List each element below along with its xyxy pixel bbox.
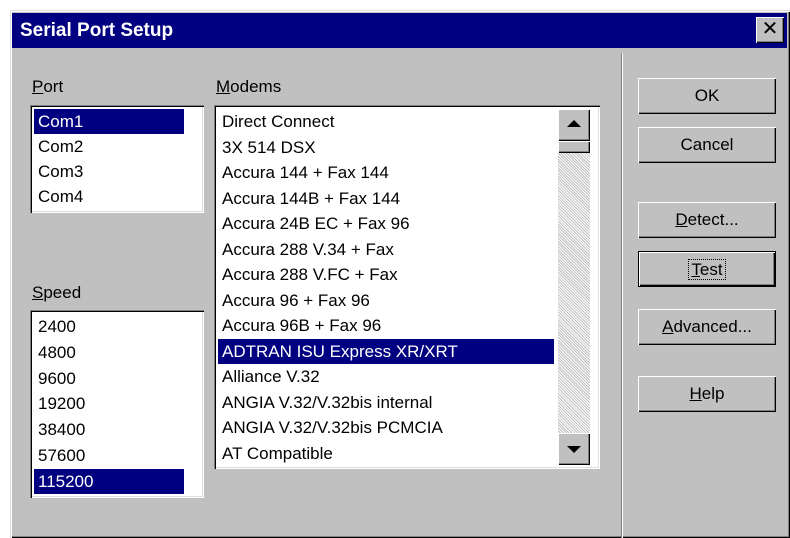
modem-list-item[interactable]: ADTRAN ISU Express XR/XRT [218,338,554,364]
modem-list-item[interactable]: AT Compatible [218,441,554,466]
cancel-button[interactable]: Cancel [638,127,776,163]
speed-list-item[interactable]: 9600 [34,366,184,391]
arrow-down-icon [567,446,581,453]
speed-list-item[interactable]: 38400 [34,417,184,442]
help-button[interactable]: Help [638,376,776,412]
modem-list-item[interactable]: Accura 96 + Fax 96 [218,288,554,313]
modem-list-item[interactable]: 3X 514 DSX [218,135,554,160]
speed-list-item[interactable]: 57600 [34,443,184,468]
modem-list-item[interactable]: Accura 24B EC + Fax 96 [218,211,554,236]
port-list-item[interactable]: Com3 [34,159,184,184]
advanced-button[interactable]: Advanced... [638,309,776,345]
speed-list-item[interactable]: 19200 [34,391,184,416]
close-button[interactable]: ✕ [756,17,784,43]
scroll-up-button[interactable] [558,109,590,141]
speed-listbox[interactable]: 2400 4800 9600 19200 38400 57600 115200 [30,310,204,498]
modems-label: Modems [216,77,282,96]
modem-list-item[interactable]: Accura 144 + Fax 144 [218,160,554,185]
port-list-item[interactable]: Com4 [34,184,184,209]
port-list-item[interactable]: Com2 [34,134,184,159]
port-list-item[interactable]: Com1 [34,109,184,134]
scroll-thumb[interactable] [558,141,590,153]
modem-list-item[interactable]: Alliance V.32 [218,364,554,389]
title-bar[interactable]: Serial Port Setup ✕ [12,13,787,48]
detect-button[interactable]: Detect... [638,202,776,238]
modem-list-item[interactable]: Accura 144B + Fax 144 [218,186,554,211]
modem-list-item[interactable]: ANGIA V.32/V.32bis internal [218,390,554,415]
modems-listbox[interactable]: Direct Connect 3X 514 DSX Accura 144 + Fax… [214,105,600,469]
speed-list-item[interactable]: 4800 [34,340,184,365]
modem-list-item[interactable]: ANGIA V.32/V.32bis PCMCIA [218,415,554,440]
ok-button[interactable]: OK [638,78,776,114]
port-label: Port [32,77,64,96]
window-title: Serial Port Setup [20,20,174,41]
speed-list-item[interactable]: 115200 [34,468,184,494]
close-icon: ✕ [761,18,779,40]
serial-port-setup-dialog: Serial Port Setup ✕ Port Com1 Com2 Com3 Com… [10,10,790,538]
arrow-up-icon [567,120,581,127]
modem-list-item[interactable]: Accura 288 V.FC + Fax [218,262,554,287]
speed-label: Speed [32,283,82,302]
vertical-separator [621,53,623,538]
modem-list-item[interactable]: Accura 288 V.34 + Fax [218,237,554,262]
modem-list-item[interactable]: Direct Connect [218,109,554,134]
modem-list-item[interactable]: Accura 96B + Fax 96 [218,313,554,338]
test-button[interactable]: Test [638,251,776,287]
speed-list-item[interactable]: 2400 [34,314,184,339]
scroll-down-button[interactable] [558,433,590,465]
modems-scrollbar[interactable] [558,109,590,465]
port-listbox[interactable]: Com1 Com2 Com3 Com4 [30,105,204,213]
focus-ring: Test [688,259,726,280]
